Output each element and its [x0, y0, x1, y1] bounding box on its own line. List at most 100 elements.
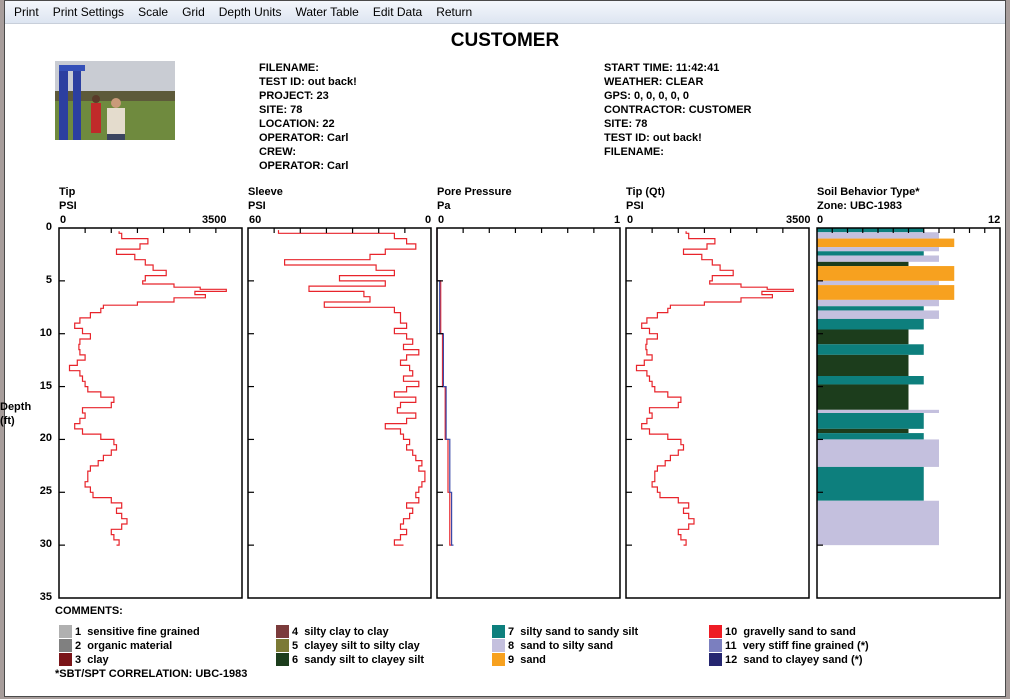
menu-edit-data[interactable]: Edit Data [366, 5, 429, 19]
info-site: SITE: 78 [259, 104, 303, 116]
info-gps: GPS: 0, 0, 0, 0, 0 [604, 90, 689, 102]
sleeve-header: Sleeve PSI [248, 185, 283, 213]
legend-item: 8 sand to silty sand [492, 639, 613, 652]
tip-header: Tip PSI [59, 185, 77, 213]
qt-unit: PSI [626, 200, 644, 212]
legend-swatch [59, 653, 72, 666]
info-test-id-2: TEST ID: out back! [604, 132, 702, 144]
legend-swatch [276, 653, 289, 666]
sleeve-unit: PSI [248, 200, 266, 212]
legend-swatch [709, 625, 722, 638]
legend-label: 4 silty clay to clay [292, 625, 389, 638]
report-title: CUSTOMER [450, 30, 560, 51]
legend-swatch [492, 653, 505, 666]
depth-tick-label: 5 [45, 273, 52, 286]
legend-label: 10 gravelly sand to sand [725, 625, 856, 638]
depth-tick-label: 25 [39, 485, 52, 498]
tip-xmax: 3500 [202, 214, 227, 226]
depth-tick-label: 15 [39, 379, 52, 392]
info-site-2: SITE: 78 [604, 118, 648, 130]
menu-water-table[interactable]: Water Table [288, 5, 365, 19]
info-contractor: CONTRACTOR: CUSTOMER [604, 104, 752, 116]
legend-item: 10 gravelly sand to sand [709, 625, 856, 638]
info-filename: FILENAME: [259, 62, 319, 74]
legend-label: 8 sand to silty sand [508, 639, 614, 652]
menu-grid[interactable]: Grid [175, 5, 212, 19]
legend-label: 9 sand [508, 653, 546, 666]
legend-label: 11 very stiff fine grained (*) [725, 639, 869, 652]
sbt-unit: Zone: UBC-1983 [817, 200, 902, 212]
sleeve-xmin: 60 [249, 214, 262, 226]
info-project: PROJECT: 23 [259, 90, 329, 102]
legend-swatch [59, 625, 72, 638]
menu-print[interactable]: Print [5, 5, 46, 19]
tip-title: Tip [59, 186, 76, 198]
tip-xmin: 0 [60, 214, 67, 226]
tip-unit: PSI [59, 200, 77, 212]
menu-depth-units[interactable]: Depth Units [212, 5, 289, 19]
legend-item: 7 silty sand to sandy silt [492, 625, 638, 638]
depth-label: Depth [0, 401, 32, 413]
depth-tick-label: 35 [39, 591, 52, 603]
depth-tick-label: 30 [39, 538, 52, 551]
legend-label: 12 sand to clayey sand (*) [725, 653, 863, 666]
legend-item: 2 organic material [59, 639, 172, 652]
comments-label: COMMENTS: [55, 605, 123, 617]
pore-xmin: 0 [438, 214, 445, 226]
depth-unit-label: (ft) [0, 415, 15, 427]
qt-title: Tip (Qt) [626, 186, 665, 198]
legend-swatch [276, 625, 289, 638]
qt-xmin: 0 [627, 214, 634, 226]
qt-xmax: 3500 [786, 214, 811, 226]
legend-item: 11 very stiff fine grained (*) [709, 639, 869, 652]
test-info-left: FILENAME: TEST ID: out back! PROJECT: 23… [259, 61, 357, 173]
legend-swatch [709, 639, 722, 652]
pore-unit: Pa [437, 200, 451, 212]
test-info-right: START TIME: 11:42:41 WEATHER: CLEAR GPS:… [604, 61, 751, 159]
legend-item: 3 clay [59, 653, 109, 666]
pore-title: Pore Pressure [437, 186, 512, 198]
info-weather: WEATHER: CLEAR [604, 76, 704, 88]
menu-scale[interactable]: Scale [131, 5, 175, 19]
info-test-id: TEST ID: out back! [259, 76, 357, 88]
legend-swatch [492, 639, 505, 652]
sbt-header: Soil Behavior Type* Zone: UBC-1983 [817, 185, 920, 213]
site-photo [55, 61, 175, 140]
pore-header: Pore Pressure Pa [437, 185, 512, 213]
legend-label: 3 clay [75, 653, 109, 666]
sbt-title: Soil Behavior Type* [817, 186, 920, 198]
legend-item: 12 sand to clayey sand (*) [709, 653, 863, 666]
info-operator-2: OPERATOR: Carl [259, 160, 349, 172]
depth-tick-label: 20 [39, 432, 52, 445]
legend-swatch [276, 639, 289, 652]
legend-item: 5 clayey silt to silty clay [276, 639, 420, 652]
info-location: LOCATION: 22 [259, 118, 335, 130]
info-start-time: START TIME: 11:42:41 [604, 62, 720, 74]
legend-item: 1 sensitive fine grained [59, 625, 200, 638]
legend-label: 6 sandy silt to clayey silt [292, 653, 425, 666]
legend-swatch [59, 639, 72, 652]
legend-label: 7 silty sand to sandy silt [508, 625, 639, 638]
sbt-xmin: 0 [817, 214, 824, 226]
legend-item: 6 sandy silt to clayey silt [276, 653, 424, 666]
legend-swatch [709, 653, 722, 666]
legend-item: 9 sand [492, 653, 546, 666]
correlation-note: *SBT/SPT CORRELATION: UBC-1983 [55, 668, 248, 680]
legend-label: 2 organic material [75, 639, 173, 652]
legend-swatch [492, 625, 505, 638]
menu-return[interactable]: Return [429, 5, 479, 19]
sleeve-title: Sleeve [248, 186, 283, 198]
menu-print-settings[interactable]: Print Settings [46, 5, 131, 19]
sbt-xmax: 12 [988, 214, 1001, 226]
legend-label: 1 sensitive fine grained [75, 625, 200, 638]
depth-axis-title: Depth (ft) [0, 400, 31, 428]
depth-tick-label: 0 [45, 221, 52, 233]
legend-item: 4 silty clay to clay [276, 625, 389, 638]
info-filename-2: FILENAME: [604, 146, 664, 158]
qt-header: Tip (Qt) PSI [626, 185, 665, 213]
info-operator: OPERATOR: Carl [259, 132, 349, 144]
depth-tick-label: 10 [39, 326, 52, 339]
pore-xmax: 1 [614, 214, 621, 226]
menu-bar: Print Print Settings Scale Grid Depth Un… [5, 1, 1005, 24]
info-crew: CREW: [259, 146, 297, 158]
